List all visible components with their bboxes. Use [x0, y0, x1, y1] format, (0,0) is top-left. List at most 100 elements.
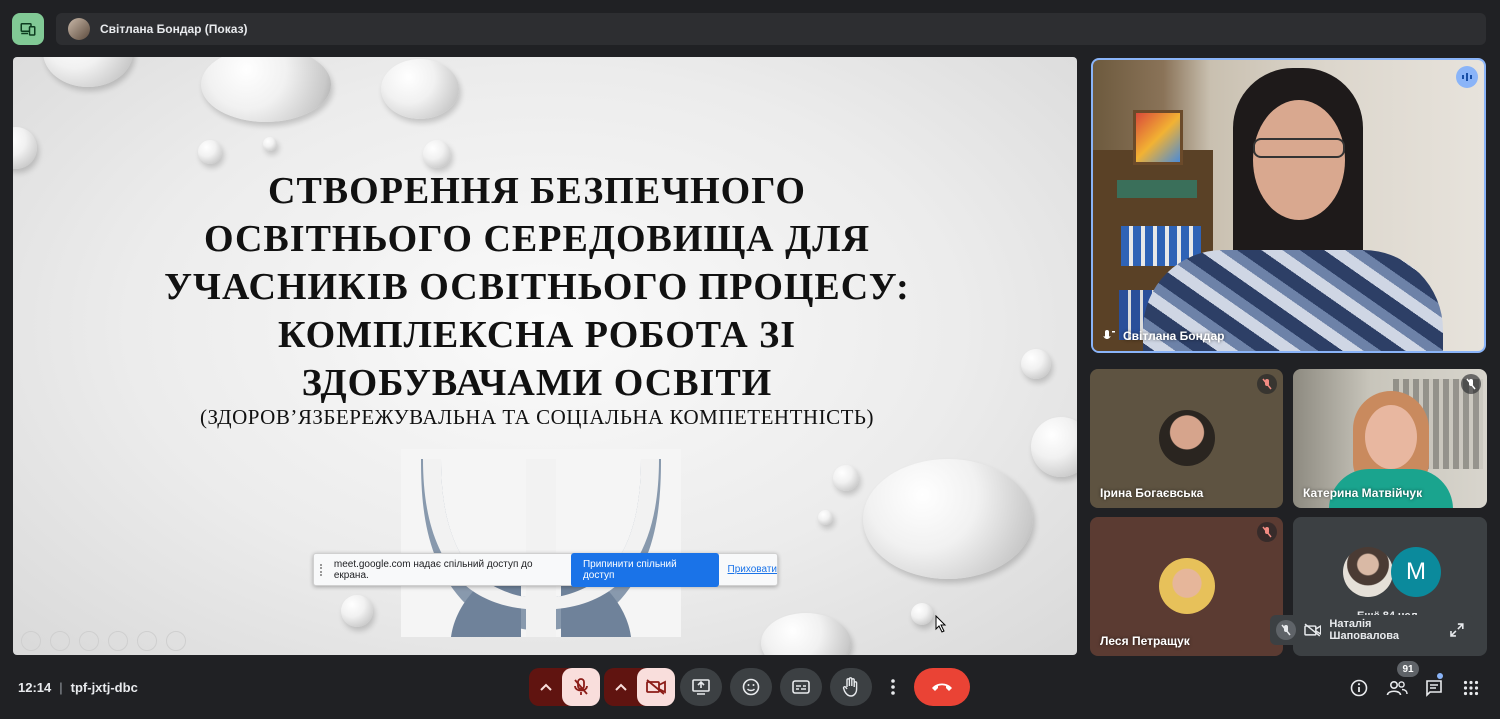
mic-off-icon — [1276, 620, 1296, 640]
slides-grid-icon[interactable] — [108, 631, 128, 651]
chevron-up-icon — [540, 683, 552, 691]
participant-name: Світлана Бондар — [1123, 329, 1225, 343]
camera-toggle-button[interactable] — [637, 668, 675, 706]
water-drop — [201, 57, 331, 122]
stop-sharing-button[interactable]: Припинити спільний доступ — [570, 552, 719, 587]
water-drop — [833, 465, 859, 491]
glasses — [1253, 138, 1345, 158]
avatar — [1159, 558, 1215, 614]
presenter-avatar — [68, 18, 90, 40]
water-drop — [1021, 349, 1051, 379]
emoji-icon — [742, 678, 760, 696]
slide-title: СТВОРЕННЯ БЕЗПЕЧНОГО ОСВІТНЬОГО СЕРЕДОВИ… — [164, 170, 910, 404]
water-drop — [263, 137, 277, 151]
camera-off-icon — [646, 679, 666, 695]
share-message: meet.google.com надає спільний доступ до… — [333, 558, 533, 581]
presenter-label: Світлана Бондар (Показ) — [100, 22, 248, 36]
participant-tile-3[interactable]: Леся Петращук — [1090, 517, 1283, 656]
end-call-icon — [932, 683, 952, 691]
participant-name: Ірина Богаєвська — [1100, 486, 1204, 500]
pen-icon[interactable] — [79, 631, 99, 651]
mic-off-icon — [1257, 374, 1277, 394]
participant-tile-presenter[interactable]: Світлана Бондар — [1091, 58, 1486, 353]
audio-options-button[interactable] — [529, 668, 563, 706]
apps-grid-icon — [1463, 680, 1479, 696]
face — [1253, 100, 1345, 220]
leave-call-button[interactable] — [914, 668, 970, 706]
activities-button[interactable] — [1459, 676, 1483, 700]
self-view-chip[interactable]: Наталія Шаповалова — [1270, 615, 1474, 645]
prev-slide-icon[interactable] — [21, 631, 41, 651]
raise-hand-icon — [842, 677, 858, 697]
mic-off-icon — [1461, 374, 1481, 394]
avatar — [1343, 547, 1393, 597]
expand-icon[interactable] — [1450, 623, 1464, 637]
water-drop — [863, 459, 1033, 579]
people-button[interactable] — [1385, 676, 1409, 700]
devices-icon-button[interactable] — [12, 13, 44, 45]
presenter-name-row: Світлана Бондар — [1103, 329, 1224, 343]
water-drop — [13, 127, 37, 169]
more-vert-icon — [891, 679, 895, 695]
water-drop — [381, 59, 459, 119]
more-options-button[interactable] — [880, 668, 906, 706]
participant-count-badge: 91 — [1397, 661, 1419, 677]
people-icon — [1386, 680, 1408, 696]
devices-icon — [20, 23, 36, 36]
next-slide-icon[interactable] — [50, 631, 70, 651]
camera-control-group — [604, 668, 675, 706]
present-screen-button[interactable] — [680, 668, 722, 706]
chat-button[interactable] — [1422, 676, 1446, 700]
slide-navigation-controls — [21, 631, 186, 651]
more-icon[interactable] — [166, 631, 186, 651]
meeting-code: tpf-jxtj-dbc — [70, 680, 138, 695]
captions-icon — [792, 680, 810, 694]
water-drop — [43, 57, 133, 87]
face — [1365, 405, 1417, 469]
speaking-indicator-icon — [1456, 66, 1478, 88]
participant-name: Леся Петращук — [1100, 634, 1190, 648]
mic-control-group — [529, 668, 600, 706]
presenter-banner[interactable]: Світлана Бондар (Показ) — [56, 13, 1486, 45]
meeting-details-button[interactable] — [1347, 676, 1371, 700]
water-drop — [198, 140, 222, 164]
mic-toggle-button[interactable] — [562, 668, 600, 706]
avatar-letter: M — [1391, 547, 1441, 597]
hide-banner-link[interactable]: Приховати — [728, 564, 778, 575]
mic-off-icon — [1257, 522, 1277, 542]
participant-tile-2[interactable]: Катерина Матвійчук — [1293, 369, 1487, 508]
wall-painting — [1133, 110, 1183, 165]
water-drop — [1031, 417, 1077, 477]
drag-handle[interactable] — [320, 563, 326, 576]
chat-icon — [1426, 680, 1442, 697]
participant-tile-1[interactable]: Ірина Богаєвська — [1090, 369, 1283, 508]
separator: | — [59, 680, 63, 695]
meeting-info: 12:14 | tpf-jxtj-dbc — [18, 680, 138, 695]
chat-notification-dot — [1437, 673, 1443, 679]
mouse-cursor-icon — [935, 615, 947, 633]
participant-name: Катерина Матвійчук — [1303, 486, 1423, 500]
reactions-button[interactable] — [730, 668, 772, 706]
water-drop — [761, 613, 851, 655]
camera-off-icon — [1303, 623, 1322, 637]
zoom-icon[interactable] — [137, 631, 157, 651]
avatar — [1159, 410, 1215, 466]
chevron-up-icon — [615, 683, 627, 691]
video-options-button[interactable] — [604, 668, 638, 706]
clock: 12:14 — [18, 680, 52, 695]
top-bar: Світлана Бондар (Показ) — [0, 0, 1500, 56]
present-screen-icon — [692, 679, 710, 695]
screen-share-banner: meet.google.com надає спільний доступ до… — [313, 552, 778, 587]
captions-button[interactable] — [780, 668, 822, 706]
psi-logo-image — [401, 449, 681, 637]
water-drop — [818, 510, 833, 525]
bottom-toolbar: 12:14 | tpf-jxtj-dbc 91 — [0, 656, 1500, 719]
raise-hand-button[interactable] — [830, 668, 872, 706]
mic-off-icon — [574, 678, 588, 695]
self-name: Наталія Шаповалова — [1329, 618, 1399, 642]
water-drop — [423, 140, 451, 168]
presenting-icon — [1103, 330, 1115, 339]
slide-subtitle: (ЗДОРОВ’ЯЗБЕРЕЖУВАЛЬНА ТА СОЦІАЛЬНА КОМП… — [200, 405, 874, 429]
water-drop — [341, 595, 373, 627]
info-icon — [1350, 679, 1368, 697]
